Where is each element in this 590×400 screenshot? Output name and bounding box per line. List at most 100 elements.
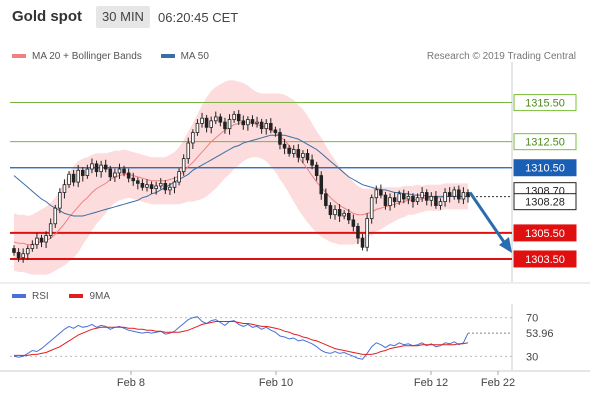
candle-body: [250, 119, 255, 124]
candle-body: [209, 120, 213, 128]
candle-body: [168, 186, 172, 191]
candle-body: [360, 237, 365, 248]
candle-body: [342, 212, 346, 217]
candle-body: [195, 123, 200, 133]
candle-body: [53, 207, 58, 225]
x-tick-label: Feb 12: [414, 377, 448, 389]
level-tag-1305-50: 1305.50: [513, 224, 577, 242]
candle-body: [424, 192, 429, 201]
candle-body: [214, 116, 218, 122]
candle-body: [392, 197, 397, 203]
candle-body: [71, 173, 76, 183]
current-price-tag-label: 1308.28: [525, 197, 565, 209]
candle-body: [273, 129, 278, 133]
rsi-current-value: 53.96: [526, 328, 554, 340]
candle-body: [39, 237, 44, 243]
candle-body: [346, 212, 351, 221]
rsi-level-label-30: 30: [526, 351, 538, 363]
candle-body: [333, 209, 337, 216]
candle-body: [90, 163, 94, 170]
candle-body: [301, 153, 305, 158]
candle-body: [236, 113, 241, 122]
candle-body: [457, 189, 461, 200]
candle-body: [103, 164, 108, 170]
candle-body: [145, 184, 149, 188]
candle-body: [296, 149, 301, 158]
candle-body: [429, 196, 434, 201]
candle-body: [259, 121, 264, 130]
candle-body: [62, 184, 67, 193]
candle-body: [172, 181, 177, 188]
candle-body: [126, 172, 131, 179]
candle-body: [406, 196, 411, 200]
candle-body: [177, 171, 181, 183]
candle-body: [16, 252, 21, 259]
candle-body: [200, 117, 204, 124]
candle-body: [48, 223, 53, 236]
candle-body: [356, 225, 360, 239]
candle-body: [374, 189, 379, 199]
candle-body: [438, 201, 443, 206]
candle-body: [328, 205, 333, 216]
candle-body: [314, 164, 319, 176]
candle-body: [117, 168, 122, 174]
candle: [365, 213, 369, 252]
level-tag-1312-50: 1312.50: [513, 133, 577, 151]
candle-body: [67, 173, 71, 186]
candle-body: [227, 119, 232, 130]
candle-body: [181, 158, 186, 173]
candle-body: [232, 113, 236, 120]
candle-body: [402, 193, 406, 200]
candle-body: [25, 248, 30, 255]
candle-body: [397, 193, 401, 203]
candle-body: [154, 185, 158, 189]
price-chart[interactable]: 1315.50 1312.50 1310.50 1305.50 1303.50 1308.…: [0, 0, 590, 400]
current-price-tag: 1308.28: [513, 193, 577, 211]
candle-body: [76, 169, 80, 183]
candle-body: [241, 120, 246, 126]
candle-body: [58, 192, 62, 209]
level-tag-1312-50-label: 1312.50: [525, 137, 565, 149]
candle-body: [255, 121, 259, 124]
candle-body: [108, 168, 113, 178]
x-tick-label: Feb 10: [259, 377, 293, 389]
candle-body: [158, 182, 163, 187]
level-tag-1315-50-label: 1315.50: [525, 98, 565, 110]
candle-body: [35, 237, 39, 246]
level-tag-1305-50-label: 1305.50: [525, 228, 565, 240]
x-tick-label: Feb 8: [117, 377, 145, 389]
candle-body: [163, 182, 168, 191]
candle-body: [81, 169, 85, 176]
candle-body: [12, 248, 16, 253]
candle-body: [186, 142, 191, 160]
candle-body: [113, 172, 117, 178]
candle-body: [136, 180, 140, 184]
level-tag-1303-50: 1303.50: [513, 250, 577, 268]
candle-body: [420, 192, 424, 199]
candle-body: [149, 184, 154, 189]
forecast-arrow-shaft: [468, 191, 508, 246]
candle-body: [452, 189, 457, 197]
level-tag-1310-50-label: 1310.50: [525, 163, 565, 175]
candle-body: [337, 209, 342, 217]
candle-body: [443, 192, 447, 203]
candle-body: [411, 196, 415, 203]
candle-body: [319, 175, 324, 195]
candle-body: [21, 253, 25, 259]
candle-body: [264, 123, 268, 130]
candle-body: [122, 168, 126, 174]
candle-body: [30, 244, 35, 249]
candle-body: [383, 194, 388, 206]
candle-body: [99, 164, 103, 173]
x-tick-label: Feb 22: [481, 377, 515, 389]
candle-body: [466, 192, 470, 198]
level-tag-1303-50-label: 1303.50: [525, 254, 565, 266]
level-tag-1315-50: 1315.50: [513, 94, 577, 112]
candle-body: [269, 123, 273, 131]
candle-body: [131, 177, 136, 182]
candle-body: [351, 219, 356, 227]
level-tag-1310-50: 1310.50: [513, 159, 577, 177]
candle-body: [310, 159, 314, 166]
candle-body: [379, 189, 383, 196]
candle-body: [305, 153, 310, 161]
